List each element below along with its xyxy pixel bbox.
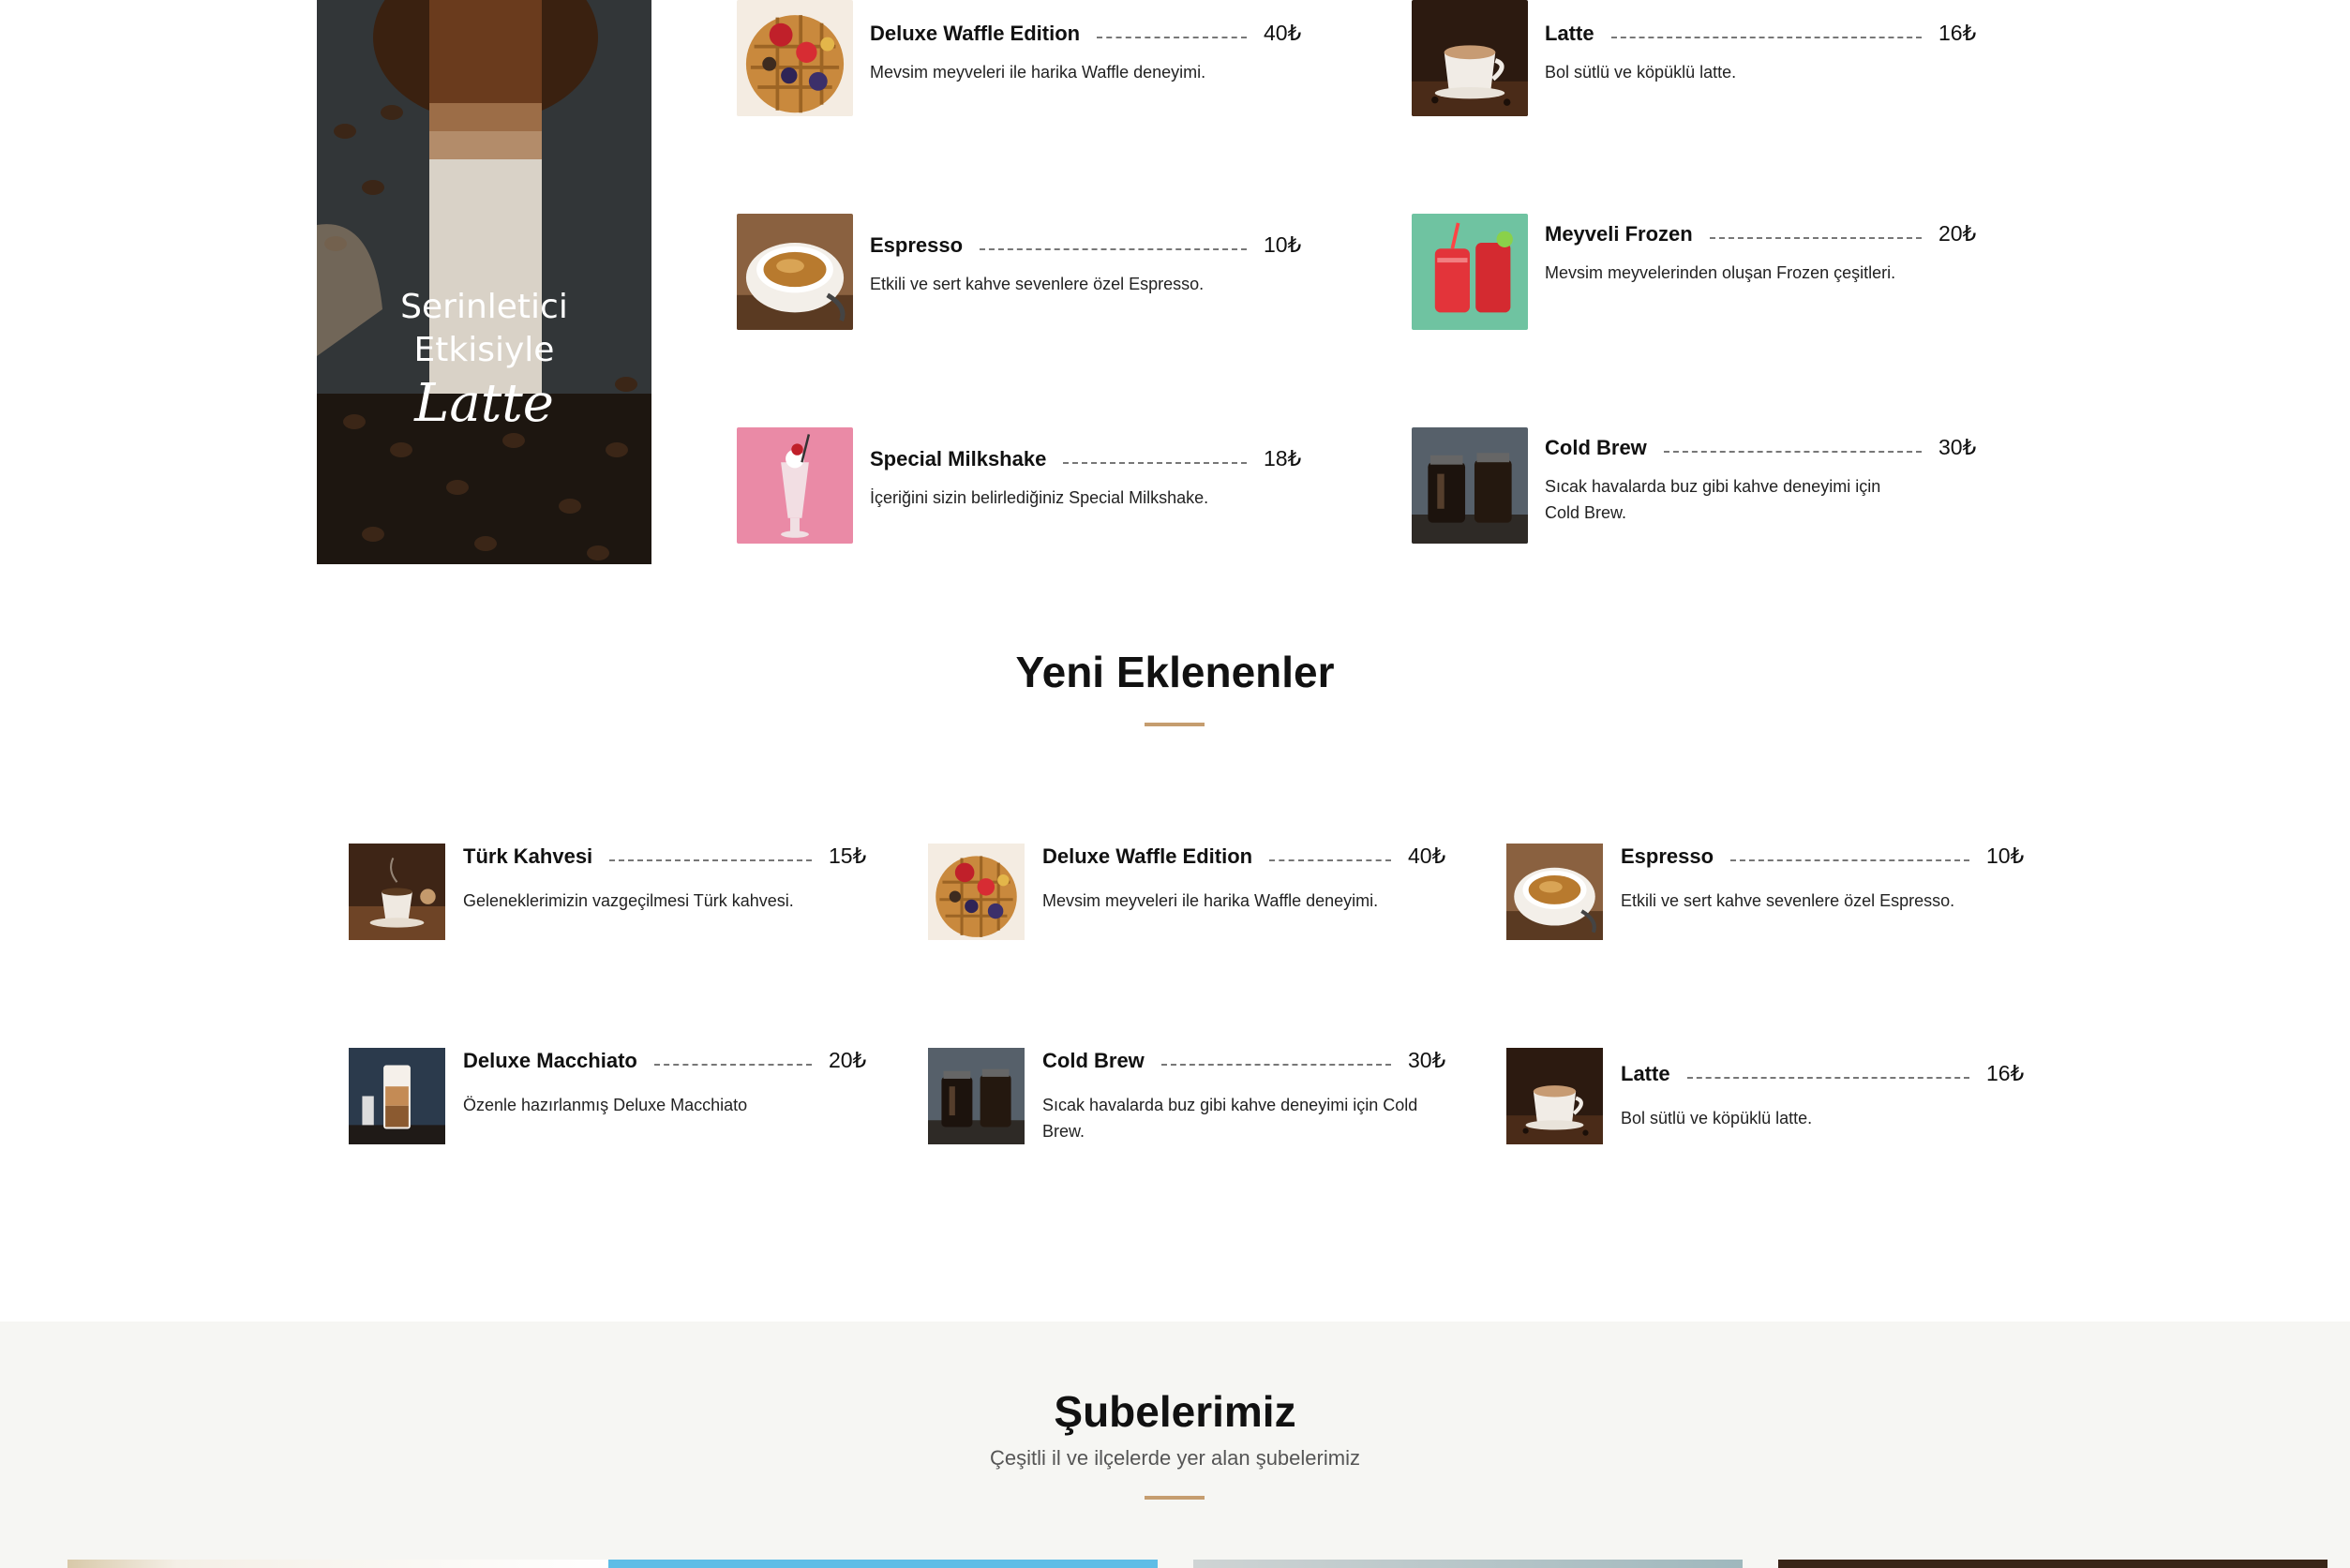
espresso-image: [737, 214, 853, 330]
new-item-price: 10₺: [1986, 844, 2025, 868]
dotted-leader: [1063, 461, 1247, 464]
new-item-price: 30₺: [1408, 1048, 1446, 1072]
title-underline: [1145, 723, 1205, 726]
turkish-coffee-image: [349, 844, 445, 940]
dotted-leader: [1610, 36, 1922, 38]
waffle-image: [737, 0, 853, 116]
dotted-leader: [980, 247, 1247, 250]
new-item[interactable]: Deluxe Waffle Edition 40₺ Mevsim meyveler…: [928, 844, 1462, 940]
new-item-name: Deluxe Macchiato: [463, 1048, 637, 1072]
menu-item-name: Latte: [1545, 21, 1594, 45]
new-item-desc: Etkili ve sert kahve sevenlere özel Espr…: [1621, 891, 1955, 910]
promo-text: Serinletici Etkisiyle Latte: [317, 286, 651, 434]
menu-item-desc: Mevsim meyvelerinden oluşan Frozen çeşit…: [1545, 263, 1896, 282]
branch-card-image[interactable]: [67, 1560, 617, 1568]
new-item[interactable]: Espresso 10₺ Etkili ve sert kahve sevenle…: [1506, 844, 2041, 940]
menu-item-price: 30₺: [1938, 435, 1977, 459]
milkshake-image: [737, 427, 853, 544]
new-item-price: 15₺: [829, 844, 867, 868]
menu-item[interactable]: Cold Brew 30₺ Sıcak havalarda buz gibi ka…: [1412, 427, 1993, 544]
section-title-branches: Şubelerimiz: [1054, 1387, 1296, 1436]
menu-item-desc: İçeriğini sizin belirlediğiniz Special M…: [870, 488, 1209, 507]
menu-item-price: 40₺: [1264, 21, 1302, 45]
frozen-image: [1412, 214, 1528, 330]
new-item-desc: Özenle hazırlanmış Deluxe Macchiato: [463, 1096, 748, 1114]
menu-item-name: Cold Brew: [1545, 435, 1647, 459]
new-item-name: Türk Kahvesi: [463, 844, 593, 868]
menu-item[interactable]: Meyveli Frozen 20₺ Mevsim meyvelerinden o…: [1412, 214, 1993, 330]
new-item-desc: Mevsim meyveleri ile harika Waffle deney…: [1042, 891, 1379, 910]
promo-line-2: Etkisiyle: [413, 331, 555, 369]
branch-card-image[interactable]: [608, 1560, 1158, 1568]
menu-item[interactable]: Special Milkshake 18₺ İçeriğini sizin bel…: [737, 427, 1318, 544]
new-item-desc: Geleneklerimizin vazgeçilmesi Türk kahve…: [463, 891, 794, 910]
new-item[interactable]: Deluxe Macchiato 20₺ Özenle hazırlanmış D…: [349, 1048, 883, 1144]
dotted-leader: [653, 1063, 812, 1066]
new-item[interactable]: Latte 16₺ Bol sütlü ve köpüklü latte.: [1506, 1048, 2041, 1144]
menu-item-name: Deluxe Waffle Edition: [870, 21, 1081, 45]
dotted-leader: [1730, 859, 1969, 861]
title-underline: [1145, 1496, 1205, 1500]
menu-item-name: Espresso: [870, 232, 964, 257]
new-item-desc: Sıcak havalarda buz gibi kahve deneyimi …: [1042, 1096, 1418, 1141]
menu-item-desc: Sıcak havalarda buz gibi kahve deneyimi …: [1545, 477, 1881, 522]
new-item-name: Latte: [1621, 1061, 1670, 1085]
menu-item-desc: Etkili ve sert kahve sevenlere özel Espr…: [870, 275, 1205, 293]
cold-brew-image: [1412, 427, 1528, 544]
menu-item-price: 10₺: [1264, 232, 1302, 257]
section-subtitle-branches: Çeşitli il ve ilçelerde yer alan şubeler…: [990, 1446, 1360, 1470]
new-item[interactable]: Cold Brew 30₺ Sıcak havalarda buz gibi ka…: [928, 1048, 1462, 1144]
dotted-leader: [1160, 1063, 1391, 1066]
new-item-name: Cold Brew: [1042, 1048, 1145, 1072]
new-item-price: 16₺: [1986, 1061, 2025, 1085]
menu-item-name: Meyveli Frozen: [1545, 221, 1693, 246]
menu-item-price: 18₺: [1264, 446, 1302, 470]
dotted-leader: [1269, 859, 1391, 861]
promo-line-3: Latte: [414, 373, 554, 434]
menu-item-desc: Bol sütlü ve köpüklü latte.: [1545, 63, 1737, 82]
branch-card-image[interactable]: [1778, 1560, 2328, 1568]
dotted-leader: [609, 859, 812, 861]
latte-promo-image: [317, 0, 651, 564]
dotted-leader: [1097, 36, 1247, 38]
menu-item[interactable]: Deluxe Waffle Edition 40₺ Mevsim meyveler…: [737, 0, 1318, 116]
promo-banner: Serinletici Etkisiyle Latte: [317, 0, 651, 564]
new-item-price: 40₺: [1408, 844, 1446, 868]
menu-item-price: 16₺: [1938, 21, 1977, 45]
menu-item-desc: Mevsim meyveleri ile harika Waffle deney…: [870, 63, 1206, 82]
new-item-price: 20₺: [829, 1048, 867, 1072]
section-title-new: Yeni Eklenenler: [1015, 648, 1335, 696]
dotted-leader: [1686, 1076, 1969, 1079]
dotted-leader: [1663, 450, 1922, 453]
latte-image: [1506, 1048, 1603, 1144]
menu-item-name: Special Milkshake: [870, 446, 1047, 470]
new-item-name: Deluxe Waffle Edition: [1042, 844, 1253, 868]
menu-item-price: 20₺: [1938, 221, 1977, 246]
waffle-image: [928, 844, 1025, 940]
new-item-name: Espresso: [1621, 844, 1714, 868]
menu-item[interactable]: Latte 16₺ Bol sütlü ve köpüklü latte.: [1412, 0, 1993, 116]
new-item[interactable]: Türk Kahvesi 15₺ Geleneklerimizin vazgeçi…: [349, 844, 883, 940]
cold-brew-image: [928, 1048, 1025, 1144]
macchiato-image: [349, 1048, 445, 1144]
dotted-leader: [1709, 236, 1922, 239]
latte-image: [1412, 0, 1528, 116]
promo-line-1: Serinletici: [400, 288, 568, 326]
branches-section: [0, 1322, 2350, 1568]
menu-item[interactable]: Espresso 10₺ Etkili ve sert kahve sevenle…: [737, 214, 1318, 330]
espresso-image: [1506, 844, 1603, 940]
new-item-desc: Bol sütlü ve köpüklü latte.: [1621, 1109, 1813, 1127]
branch-card-image[interactable]: [1193, 1560, 1743, 1568]
